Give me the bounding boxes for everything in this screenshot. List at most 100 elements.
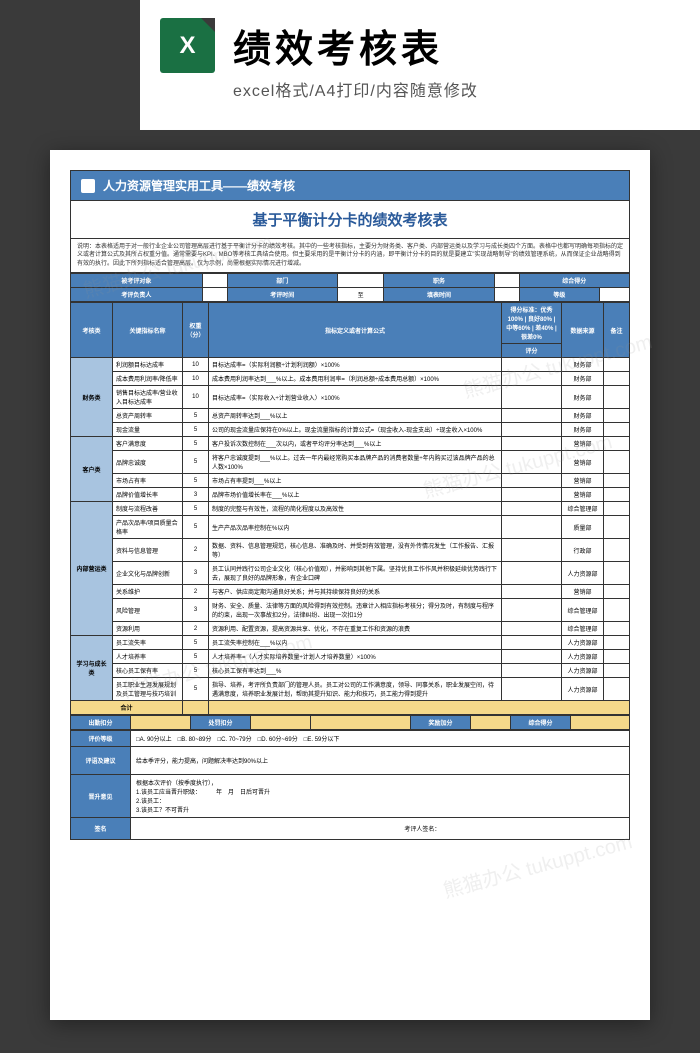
wrench-icon [81, 179, 95, 193]
score-cell [502, 488, 562, 502]
indicator-cell: 市场占有率 [113, 474, 183, 488]
indicator-cell: 人才培养率 [113, 650, 183, 664]
indicator-cell: 品牌价值增长率 [113, 488, 183, 502]
source-cell: 人力资源部 [562, 562, 604, 585]
remark-cell [604, 539, 630, 562]
indicator-cell: 产品次品率/项目质量合格率 [113, 516, 183, 539]
bonus-val [131, 716, 191, 730]
remark-cell [604, 585, 630, 599]
source-cell: 营销部 [562, 451, 604, 474]
indicator-cell: 现金流量 [113, 423, 183, 437]
score-cell [502, 622, 562, 636]
formula-cell: 目标达成率=（实际收入÷计划营业收入）×100% [209, 386, 502, 409]
signature-area: 考评人签名： [131, 818, 630, 840]
remark-cell [604, 562, 630, 585]
source-cell: 财务部 [562, 372, 604, 386]
indicator-cell: 利润额目标达成率 [113, 358, 183, 372]
col-standard: 得分标准：优秀100% | 良好80% | 中等60% | 差40% | 很差0… [502, 303, 562, 344]
source-cell: 人力资源部 [562, 678, 604, 701]
formula-cell: 成本费用利润率达到___%以上。成本费用利润率=（利润总额÷成本费用总额）×10… [209, 372, 502, 386]
remark-cell [604, 678, 630, 701]
source-cell: 人力资源部 [562, 664, 604, 678]
weight-cell: 5 [183, 664, 209, 678]
weight-cell: 2 [183, 622, 209, 636]
category-cell: 学习与成长类 [71, 636, 113, 701]
indicator-cell: 销售目标达成率/营业收入目标达成率 [113, 386, 183, 409]
remark-cell [604, 516, 630, 539]
remark-cell [604, 502, 630, 516]
bonus-label: 奖励加分 [411, 716, 471, 730]
score-cell [502, 650, 562, 664]
source-cell: 人力资源部 [562, 650, 604, 664]
formula-cell: 财务、安全、质量、法律等方面的风险得到有效控制。违章计入相应指标考核分；得分及时… [209, 599, 502, 622]
indicator-cell: 制度与流程改善 [113, 502, 183, 516]
source-cell: 行政部 [562, 539, 604, 562]
weight-cell: 5 [183, 502, 209, 516]
indicator-cell: 员工职业生涯发展规划及员工管理与技巧培训 [113, 678, 183, 701]
weight-cell: 5 [183, 409, 209, 423]
remark-cell [604, 474, 630, 488]
col-category: 考核类 [71, 303, 113, 358]
source-cell: 营销部 [562, 474, 604, 488]
score-cell [502, 372, 562, 386]
formula-cell: 人才培养率=（人才实际培养数量÷计划人才培养数量）×100% [209, 650, 502, 664]
excel-icon: X [160, 18, 215, 73]
doc-title: 基于平衡计分卡的绩效考核表 [70, 201, 630, 239]
score-cell [502, 599, 562, 622]
doc-banner: 人力资源管理实用工具——绩效考核 [70, 170, 630, 201]
score-cell [502, 423, 562, 437]
formula-cell: 员工认同并践行公司企业文化（核心价值观），并影响到其他下属。坚持优良工作作风并积… [209, 562, 502, 585]
col-indicator: 关键指标名称 [113, 303, 183, 358]
promotion-text: 根据本次评价（按季度执行）， 1.该员工应当晋升职级： 年 月 日后可晋升 2.… [131, 775, 630, 818]
col-weight: 权重（分） [183, 303, 209, 358]
indicator-cell: 品牌忠诚度 [113, 451, 183, 474]
remark-cell [604, 386, 630, 409]
indicator-cell: 客户满意度 [113, 437, 183, 451]
info-label: 被考评对象 [71, 274, 203, 288]
indicator-cell: 企业文化与品牌创新 [113, 562, 183, 585]
formula-cell: 将客户忠诚度提到___%以上。过去一年内最经常购买本品牌产品的消费者数量÷年内购… [209, 451, 502, 474]
remark-cell [604, 636, 630, 650]
remark-cell [604, 372, 630, 386]
score-cell [502, 539, 562, 562]
total-weight [183, 701, 209, 715]
category-cell: 客户类 [71, 437, 113, 502]
weight-cell: 2 [183, 539, 209, 562]
rating-text: □A. 90分以上 □B. 80~89分 □C. 70~79分 □D. 60分~… [131, 731, 630, 747]
banner-text: 人力资源管理实用工具——绩效考核 [103, 177, 295, 194]
col-remark: 备注 [604, 303, 630, 358]
indicator-cell: 总资产周转率 [113, 409, 183, 423]
indicator-cell: 资料与信息管理 [113, 539, 183, 562]
score-cell [502, 451, 562, 474]
bonus-val [471, 716, 511, 730]
source-cell: 财务部 [562, 358, 604, 372]
formula-cell: 员工流失率控制在___%以内 [209, 636, 502, 650]
info-label: 综合得分 [519, 274, 629, 288]
info-val [494, 274, 519, 288]
category-cell: 内部营运类 [71, 502, 113, 636]
doc-description: 说明：本表格适用于对一般行业企业公司管理高层进行基于平衡计分卡的绩效考核。其中的… [70, 239, 630, 273]
source-cell: 综合管理部 [562, 622, 604, 636]
rating-table: 评价等级 □A. 90分以上 □B. 80~89分 □C. 70~79分 □D.… [70, 730, 630, 840]
page-title: 绩效考核表 [233, 18, 478, 73]
indicator-cell: 资源利用 [113, 622, 183, 636]
bonus-label: 出勤扣分 [71, 716, 131, 730]
info-val [202, 288, 227, 302]
info-val [494, 288, 519, 302]
weight-cell: 3 [183, 488, 209, 502]
formula-cell: 客户投诉次数控制在___次以内，或者平均评分率达到___%以上 [209, 437, 502, 451]
remark-cell [604, 358, 630, 372]
promotion-label: 晋升意见 [71, 775, 131, 818]
info-label: 部门 [227, 274, 337, 288]
info-val: 至 [338, 288, 384, 302]
rating-label: 评价等级 [71, 731, 131, 747]
total-label: 合计 [71, 701, 183, 715]
formula-cell: 核心员工保有率达到___% [209, 664, 502, 678]
score-cell [502, 474, 562, 488]
info-table: 被考评对象 部门 职务 综合得分 考评负责人 考评时间 至 填表时间 等级 [70, 273, 630, 302]
category-cell: 财务类 [71, 358, 113, 437]
total-blank [209, 701, 630, 715]
remark-cell [604, 650, 630, 664]
col-formula: 指标定义或者计算公式 [209, 303, 502, 358]
formula-cell: 总资产周转率达到___%以上 [209, 409, 502, 423]
